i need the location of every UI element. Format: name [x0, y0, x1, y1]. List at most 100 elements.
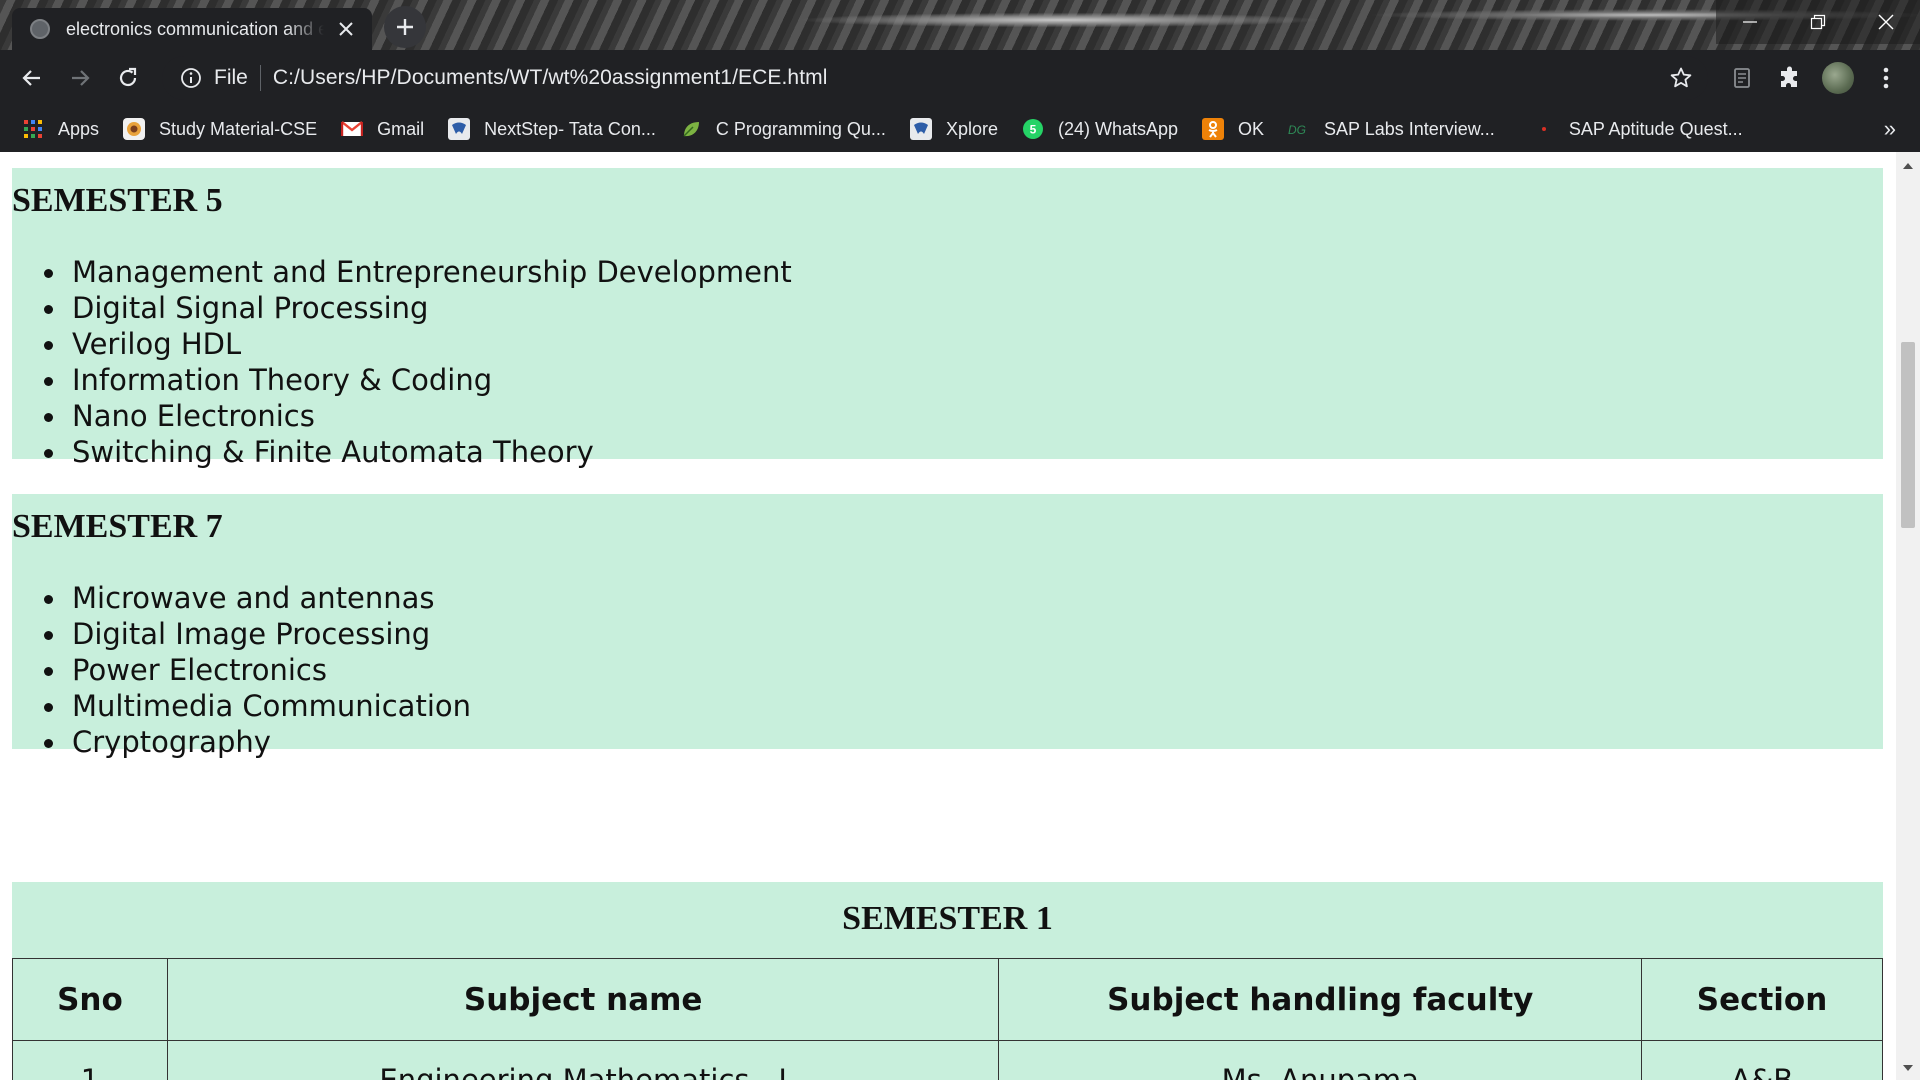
back-arrow-icon [22, 70, 40, 86]
list-item: Information Theory & Coding [44, 362, 1883, 398]
table-cell-section: A&B [1641, 1040, 1883, 1080]
semester-5-section: SEMESTER 5 Management and Entrepreneursh… [12, 168, 1883, 469]
reload-button[interactable] [112, 62, 144, 94]
page-viewport: SEMESTER 5 Management and Entrepreneursh… [0, 152, 1920, 1080]
study-material-icon [123, 118, 146, 140]
semester-1-table: Sno Subject name Subject handling facult… [12, 958, 1883, 1080]
new-tab-button[interactable] [384, 6, 426, 48]
svg-text:5: 5 [1030, 123, 1037, 137]
vertical-scrollbar[interactable] [1896, 152, 1920, 1080]
dg-icon: DG [1288, 118, 1310, 140]
semester-7-section: SEMESTER 7 Microwave and antennas Digita… [12, 494, 1883, 759]
close-icon [1878, 14, 1894, 30]
bookmark-study-material[interactable]: Study Material-CSE [123, 118, 317, 140]
semester-5-heading: SEMESTER 5 [12, 182, 223, 219]
list-item: Switching & Finite Automata Theory [44, 434, 1883, 470]
bookmark-label: C Programming Qu... [715, 118, 886, 139]
bookmark-nextstep[interactable]: NextStep- Tata Con... [448, 118, 656, 140]
table-header-row: Sno Subject name Subject handling facult… [12, 958, 1883, 1041]
bookmark-label: SAP Aptitude Quest... [1568, 118, 1743, 139]
globe-icon [30, 19, 50, 39]
semester-1-table-section: SEMESTER 1 Sno Subject name Subject hand… [12, 882, 1883, 1080]
more-bookmarks-chevron-icon[interactable]: » [1884, 116, 1896, 142]
address-bar[interactable]: File C:/Users/HP/Documents/WT/wt%20assig… [162, 56, 1708, 100]
bookmark-sap-labs[interactable]: DG SAP Labs Interview... [1288, 118, 1495, 140]
bookmark-label: Study Material-CSE [159, 118, 318, 139]
bookmark-label: OK [1238, 118, 1265, 139]
scrollbar-thumb[interactable] [1901, 342, 1915, 528]
extensions-puzzle-icon[interactable] [1774, 62, 1806, 94]
red-dot-icon [1533, 118, 1555, 140]
browser-tab[interactable]: electronics communication and engineerin… [12, 8, 372, 50]
close-tab-icon[interactable] [334, 17, 358, 41]
menu-kebab-icon[interactable] [1870, 62, 1902, 94]
url-text[interactable]: C:/Users/HP/Documents/WT/wt%20assignment… [273, 66, 828, 90]
tata-icon [909, 118, 932, 140]
tata-icon [448, 118, 471, 140]
close-window-button[interactable] [1852, 0, 1920, 44]
avatar [1822, 62, 1854, 94]
minimize-button[interactable] [1716, 0, 1784, 44]
table-cell-sno: 1 [12, 1040, 168, 1080]
list-item: Nano Electronics [44, 398, 1883, 434]
scroll-up-arrow-icon[interactable] [1896, 156, 1920, 176]
bookmark-label: Xplore [945, 118, 998, 139]
column-header-subject-name: Subject name [166, 958, 1000, 1041]
bookmark-c-programming[interactable]: C Programming Qu... [680, 118, 886, 140]
bookmark-gmail[interactable]: Gmail [341, 118, 424, 140]
gmail-icon [341, 118, 364, 140]
minimize-icon [1743, 21, 1757, 23]
bookmark-label: (24) WhatsApp [1057, 118, 1179, 139]
back-button[interactable] [16, 62, 48, 94]
column-header-faculty: Subject handling faculty [998, 958, 1643, 1041]
leaf-icon [680, 118, 702, 140]
bookmark-whatsapp[interactable]: 5 (24) WhatsApp [1022, 118, 1178, 140]
list-item: Microwave and antennas [44, 580, 1883, 616]
bookmark-ok[interactable]: OK [1202, 118, 1264, 140]
ok-icon [1202, 118, 1225, 140]
list-item: Power Electronics [44, 652, 1883, 688]
info-icon[interactable] [178, 65, 204, 91]
bookmarks-bar: Apps Study Material-CSE Gmail NextStep- … [0, 106, 1920, 152]
bookmark-xplore[interactable]: Xplore [909, 118, 998, 140]
title-bar: electronics communication and engineerin… [0, 0, 1920, 50]
address-divider [259, 65, 261, 91]
reading-list-icon[interactable] [1726, 62, 1758, 94]
forward-arrow-icon [72, 70, 90, 86]
list-item: Digital Signal Processing [44, 290, 1883, 326]
tab-title: electronics communication and engineerin… [66, 18, 324, 39]
reload-icon [119, 67, 137, 87]
scroll-down-arrow-icon[interactable] [1896, 1058, 1920, 1078]
column-header-section: Section [1641, 958, 1883, 1041]
plus-icon [397, 19, 413, 35]
list-item: Verilog HDL [44, 326, 1883, 362]
list-item: Cryptography [44, 724, 1883, 760]
whatsapp-icon: 5 [1022, 118, 1044, 140]
table-cell-subject-name: Engineering Mathematics - I [166, 1040, 1000, 1080]
semester-5-subject-list: Management and Entrepreneurship Developm… [12, 254, 1883, 470]
profile-avatar[interactable] [1822, 62, 1854, 94]
bookmark-label: SAP Labs Interview... [1324, 118, 1495, 139]
apps-grid-icon [22, 118, 44, 140]
bookmark-label: Gmail [377, 118, 425, 139]
table-cell-faculty: Ms. Anupama [998, 1040, 1643, 1080]
bookmark-sap-aptitude[interactable]: SAP Aptitude Quest... [1533, 118, 1743, 140]
forward-button[interactable] [64, 62, 96, 94]
semester-7-subject-list: Microwave and antennas Digital Image Pro… [12, 580, 1883, 760]
bookmark-apps[interactable]: Apps [22, 118, 99, 140]
column-header-sno: Sno [12, 958, 168, 1041]
list-item: Digital Image Processing [44, 616, 1883, 652]
bookmark-star-icon[interactable] [1668, 65, 1694, 91]
svg-text:DG: DG [1288, 123, 1306, 137]
restore-button[interactable] [1784, 0, 1852, 44]
restore-icon [1810, 14, 1826, 30]
semester-1-caption: SEMESTER 1 [842, 900, 1053, 937]
list-item: Management and Entrepreneurship Developm… [44, 254, 1883, 290]
security-chip-label: File [214, 66, 248, 89]
list-item: Multimedia Communication [44, 688, 1883, 724]
semester-7-heading: SEMESTER 7 [12, 508, 223, 545]
table-row: 1 Engineering Mathematics - I Ms. Anupam… [12, 1040, 1883, 1080]
bookmark-label: NextStep- Tata Con... [484, 118, 656, 139]
browser-toolbar: File C:/Users/HP/Documents/WT/wt%20assig… [0, 50, 1920, 106]
bookmark-label: Apps [58, 118, 100, 139]
